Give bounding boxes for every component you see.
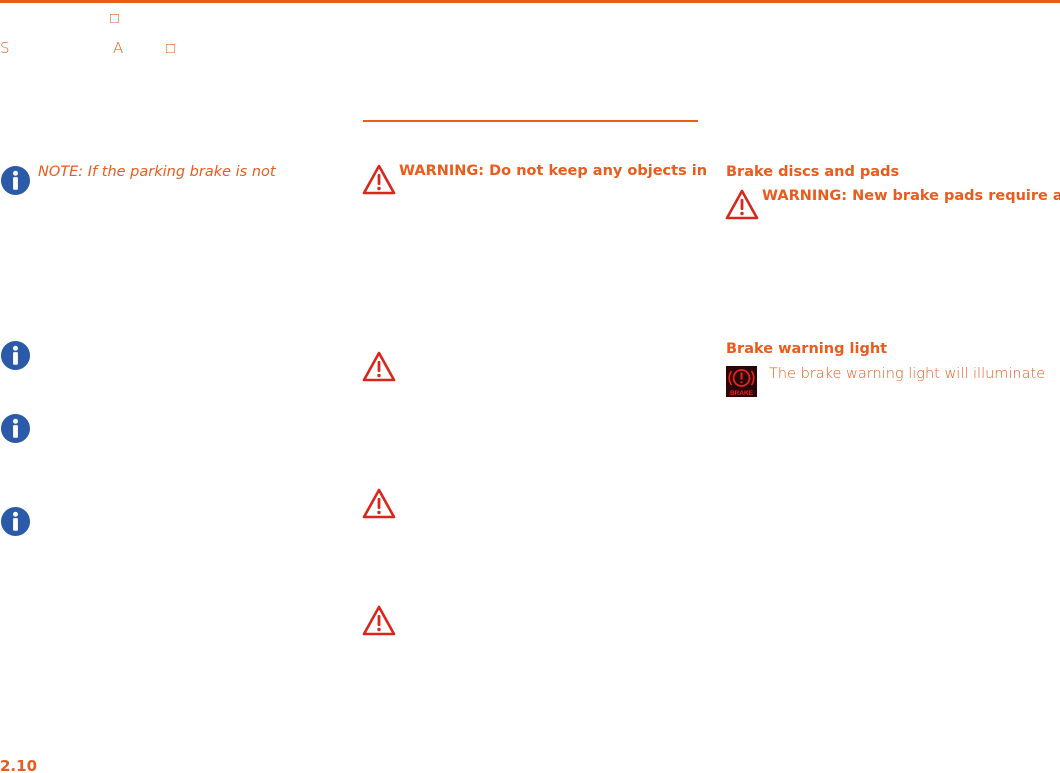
info-icon bbox=[0, 340, 31, 371]
warning-triangle-icon bbox=[362, 351, 396, 382]
warning-triangle-icon bbox=[725, 189, 759, 220]
header-glyph-2: S bbox=[0, 39, 10, 57]
warning-triangle-icon bbox=[362, 605, 396, 636]
warning-triangle-icon bbox=[362, 488, 396, 519]
info-icon bbox=[0, 165, 31, 196]
brake-icon-label: BRAKE bbox=[730, 390, 754, 397]
header-glyph-1: □ bbox=[110, 9, 120, 27]
note-text: NOTE: If the parking brake is not bbox=[38, 164, 276, 180]
warning-triangle-icon bbox=[362, 164, 396, 195]
warning-text: WARNING: Do not keep any objects in bbox=[399, 163, 708, 179]
header-glyph-3: A bbox=[113, 39, 124, 57]
info-icon bbox=[0, 413, 31, 444]
brake-symbol-graphic: BRAKE bbox=[728, 369, 755, 397]
brake-pads-warning-text: WARNING: New brake pads require a bbox=[762, 188, 1060, 204]
brake-warning-light-text: The brake warning light will illuminate bbox=[769, 366, 1046, 382]
manual-page: □ S A □ NOTE: If the parking brake is no… bbox=[0, 0, 1060, 773]
header-glyph-4: □ bbox=[166, 39, 176, 57]
brake-warning-light-icon: BRAKE bbox=[726, 366, 757, 397]
column-rule bbox=[363, 120, 698, 122]
info-icon bbox=[0, 506, 31, 537]
top-rule bbox=[0, 0, 1060, 3]
page-number: 2.10 bbox=[0, 757, 38, 773]
section-heading-brake-discs: Brake discs and pads bbox=[726, 164, 900, 180]
section-heading-brake-warning-light: Brake warning light bbox=[726, 341, 888, 357]
